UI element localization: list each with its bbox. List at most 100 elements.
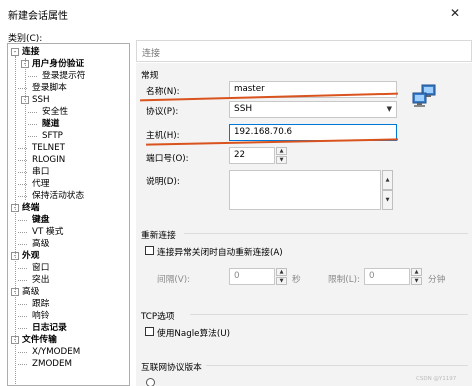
tree-item[interactable]: 隧道 [8,118,129,130]
tree-item[interactable]: X/YMODEM [8,346,129,358]
tree-item[interactable]: 代理 [8,178,129,190]
tree-connector [28,112,37,113]
tree-item-label: 文件传输 [22,335,57,345]
port-label: 端口号(O): [146,154,189,164]
tree-guide-line [25,58,26,200]
description-scroll-up[interactable]: ▲ [382,170,393,190]
limit-input[interactable]: 0 [364,268,410,285]
tree-connector [18,220,27,221]
protocol-select[interactable]: SSH ▼ [229,101,397,118]
tree-item-label: 连接 [22,47,40,57]
interval-down-button[interactable]: ▼ [276,277,287,285]
tree-item[interactable]: 日志记录 [8,322,129,334]
tree-item[interactable]: RLOGIN [8,154,129,166]
close-button[interactable]: ✕ [440,3,470,23]
tree-item[interactable]: - 用户身份验证 [8,58,129,70]
tcp-group-title: TCP选项 [141,312,175,322]
limit-label: 限制(L): [328,275,360,285]
tree-item[interactable]: 高级 [8,238,129,250]
tree-item[interactable]: 响铃 [8,310,129,322]
tree-item[interactable]: 登录提示符 [8,70,129,82]
tree-item[interactable]: ZMODEM [8,358,129,370]
category-tree[interactable]: - 连接 - 用户身份验证 登录提示符 登录脚本 - SSH 安全性 隧道 SFTP TELNET RL… [7,43,130,386]
tree-item-label: 外观 [22,251,40,261]
tree-connector [18,328,27,329]
tree-item[interactable]: 串口 [8,166,129,178]
tree-item[interactable]: - SSH [8,94,129,106]
port-up-button[interactable]: ▲ [276,147,287,155]
tree-item-label: SFTP [42,131,63,141]
auto-reconnect-checkbox[interactable] [145,246,154,255]
interval-label: 间隔(V): [157,275,191,285]
tree-item[interactable]: TELNET [8,142,129,154]
tree-item-label: ZMODEM [32,359,72,369]
tree-connector [18,304,27,305]
tree-item[interactable]: - 连接 [8,46,129,58]
tree-item[interactable]: 窗口 [8,262,129,274]
limit-down-button[interactable]: ▼ [411,277,422,285]
tcp-divider [190,314,468,315]
tree-item[interactable]: - 文件传输 [8,334,129,346]
tree-item[interactable]: 跟踪 [8,298,129,310]
tree-item[interactable]: 突出 [8,274,129,286]
tree-item[interactable]: - 外观 [8,250,129,262]
tree-item[interactable]: 键盘 [8,214,129,226]
tree-item-label: RLOGIN [32,155,66,165]
tree-connector [18,352,27,353]
tree-connector [28,76,37,77]
port-down-button[interactable]: ▼ [276,156,287,164]
tree-item[interactable]: SFTP [8,130,129,142]
tree-item[interactable]: - 高级 [8,286,129,298]
section-header [136,40,472,62]
tree-connector [28,124,37,125]
ipver-divider [206,365,468,366]
close-icon: ✕ [449,6,461,20]
tree-item-label: 突出 [32,275,50,285]
tree-item-label: 登录脚本 [32,83,67,93]
interval-unit: 秒 [292,275,301,285]
tree-item-label: 用户身份验证 [32,59,85,69]
tree-item-label: 登录提示符 [42,71,86,81]
tree-item-label: 安全性 [42,107,69,117]
description-scroll-down[interactable]: ▼ [382,190,393,210]
tree-item-label: 响铃 [32,311,50,321]
tree-item[interactable]: 安全性 [8,106,129,118]
tree-guide-line [15,56,16,385]
network-computers-icon [410,82,438,110]
expand-toggle-icon[interactable]: - [11,48,19,56]
tree-connector [18,232,27,233]
port-input[interactable]: 22 [229,147,275,164]
tree-item-label: 键盘 [32,215,50,225]
description-textarea[interactable] [229,170,381,210]
window-title: 新建会话属性 [8,11,68,22]
tree-item[interactable]: - 终端 [8,202,129,214]
tree-connector [18,280,27,281]
interval-up-button[interactable]: ▲ [276,268,287,276]
tree-item-label: 保持活动状态 [32,191,85,201]
tree-item[interactable]: 保持活动状态 [8,190,129,202]
tree-item-label: 日志记录 [32,323,67,333]
host-label: 主机(H): [146,131,180,141]
tree-item[interactable]: 登录脚本 [8,82,129,94]
watermark: CSDN @Y1197 [416,376,457,382]
section-header-text: 连接 [142,49,161,59]
tree-item-label: 串口 [32,167,50,177]
tree-item-label: SSH [32,95,50,105]
tree-item-label: X/YMODEM [32,347,81,357]
title-bar [0,0,474,26]
ipver-radio[interactable] [146,378,155,386]
tree-connector [18,364,27,365]
tree-item-label: VT 模式 [32,227,64,237]
tree-item[interactable]: VT 模式 [8,226,129,238]
interval-input[interactable]: 0 [229,268,275,285]
general-group-title: 常规 [141,71,159,81]
tree-connector [28,136,37,137]
limit-up-button[interactable]: ▲ [411,268,422,276]
name-label: 名称(N): [146,87,180,97]
nagle-checkbox[interactable] [145,327,154,336]
ipver-group-title: 互联网协议版本 [141,363,202,373]
protocol-label: 协议(P): [146,107,179,117]
limit-unit: 分钟 [428,275,446,285]
tree-item-label: 高级 [22,287,40,297]
description-label: 说明(D): [146,177,180,187]
